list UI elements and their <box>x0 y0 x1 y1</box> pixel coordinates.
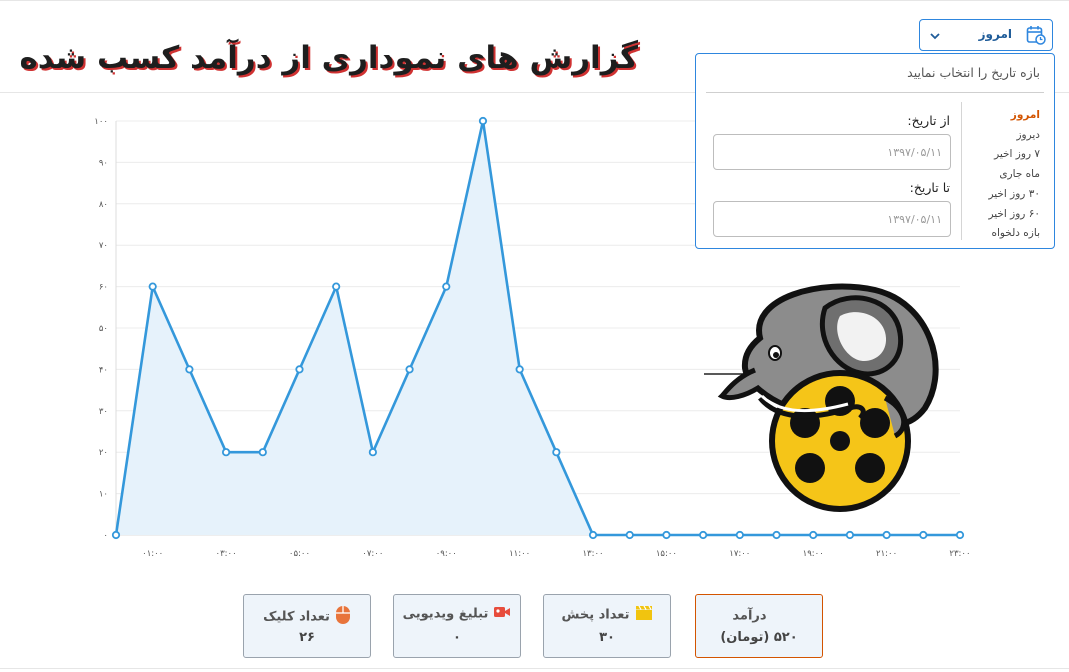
data-point <box>845 530 855 540</box>
x-tick-label: ۱۹:۰۰ <box>803 549 824 559</box>
mouse-icon <box>335 605 351 629</box>
x-tick-label: ۲۱:۰۰ <box>876 549 897 559</box>
data-point <box>662 530 671 540</box>
y-tick-label: ۸۰ <box>99 200 108 210</box>
chevron-down-icon <box>930 33 940 40</box>
panel-title: بازه تاریخ را انتخاب نمایید <box>907 65 1040 80</box>
y-tick-label: ۵۰ <box>99 324 108 334</box>
preset-option[interactable]: ۷ روز اخیر <box>960 145 1040 165</box>
data-point <box>442 282 451 291</box>
data-point <box>772 530 781 540</box>
y-tick-label: ۱۰ <box>99 490 108 500</box>
to-date-input[interactable] <box>713 201 951 237</box>
plays-value: ۳۰ <box>599 630 615 645</box>
preset-option[interactable]: دیروز <box>960 126 1040 146</box>
revenue-card: $ درآمد ۵۲۰ (تومان) <box>695 594 823 658</box>
x-tick-label: ۱۱:۰۰ <box>509 549 530 559</box>
data-point <box>588 530 598 540</box>
x-tick-label: ۰۳:۰۰ <box>216 549 237 559</box>
calendar-clock-icon <box>1026 26 1046 45</box>
x-tick-label: ۰۷:۰۰ <box>362 549 383 559</box>
preset-option[interactable]: ماه جاری <box>960 165 1040 185</box>
data-point <box>699 530 708 540</box>
video-camera-icon <box>493 605 511 623</box>
x-tick-label: ۱۷:۰۰ <box>729 549 750 559</box>
page-title: گزارش های نموداری از درآمد کسب شده <box>19 40 638 76</box>
top-border <box>0 0 1069 1</box>
dollar-icon: $ <box>761 605 786 627</box>
preset-list: امروز دیروز ۷ روز اخیر ماه جاری ۳۰ روز اخیر ۶… <box>960 106 1040 244</box>
data-point <box>111 530 121 540</box>
preset-option[interactable]: امروز <box>960 106 1040 126</box>
y-tick-label: ۳۰ <box>99 407 108 417</box>
video-ads-title: تبلیغ ویدیویی <box>402 606 489 622</box>
revenue-title: درآمد <box>732 608 767 624</box>
x-tick-label: ۱۵:۰۰ <box>656 549 677 559</box>
data-point <box>552 448 561 457</box>
data-point <box>405 365 414 374</box>
data-point <box>258 448 267 457</box>
from-date-label: از تاریخ: <box>907 113 950 128</box>
data-point <box>148 282 157 291</box>
date-range-panel: بازه تاریخ را انتخاب نمایید امروز دیروز ۷ … <box>695 53 1055 249</box>
video-ads-value: ۰ <box>453 630 461 645</box>
x-tick-label: ۲۳:۰۰ <box>949 549 970 559</box>
clicks-value: ۲۶ <box>299 630 315 645</box>
revenue-value: ۵۲۰ (تومان) <box>720 630 798 645</box>
bottom-border <box>0 668 1069 669</box>
y-tick-label: ۲۰ <box>99 448 108 458</box>
plays-card: تعداد پخش ۳۰ <box>543 594 671 658</box>
y-tick-label: ۷۰ <box>99 241 108 251</box>
x-tick-label: ۰۵:۰۰ <box>289 549 310 559</box>
clicks-title: تعداد کلیک <box>263 609 330 625</box>
x-tick-label: ۰۹:۰۰ <box>436 549 457 559</box>
data-point <box>809 530 818 540</box>
preset-option[interactable]: ۳۰ روز اخیر <box>960 185 1040 205</box>
video-ads-card: تبلیغ ویدیویی ۰ <box>393 594 521 658</box>
data-point <box>919 530 928 540</box>
data-point <box>185 365 194 374</box>
data-point <box>515 365 524 374</box>
x-tick-label: ۱۳:۰۰ <box>582 549 603 559</box>
to-date-label: تا تاریخ: <box>909 180 950 195</box>
plays-title: تعداد پخش <box>561 607 630 623</box>
clapperboard-icon <box>635 605 653 625</box>
y-tick-label: ۱۰۰ <box>94 117 108 127</box>
preset-option[interactable]: ۶۰ روز اخیر <box>960 205 1040 225</box>
clicks-card: تعداد کلیک ۲۶ <box>243 594 371 658</box>
preset-option[interactable]: بازه دلخواه <box>960 224 1040 244</box>
y-tick-label: ۴۰ <box>99 365 108 375</box>
elephant-film-reel-logo <box>704 283 939 512</box>
panel-divider <box>706 92 1044 93</box>
y-tick-label: ۰ <box>103 531 108 541</box>
from-date-input[interactable] <box>713 134 951 170</box>
data-point <box>368 448 377 457</box>
data-point <box>735 530 744 540</box>
y-tick-label: ۹۰ <box>99 158 108 168</box>
data-point <box>478 116 488 126</box>
date-range-label: امروز <box>978 27 1012 41</box>
data-point <box>882 530 891 540</box>
y-tick-label: ۶۰ <box>99 283 108 293</box>
data-point <box>625 530 634 540</box>
data-point <box>295 365 304 374</box>
date-range-button[interactable]: امروز <box>919 19 1053 51</box>
data-point <box>221 448 231 457</box>
svg-text:$: $ <box>772 605 773 623</box>
data-point <box>955 530 965 540</box>
x-tick-label: ۰۱:۰۰ <box>142 549 163 559</box>
data-point <box>332 282 341 291</box>
